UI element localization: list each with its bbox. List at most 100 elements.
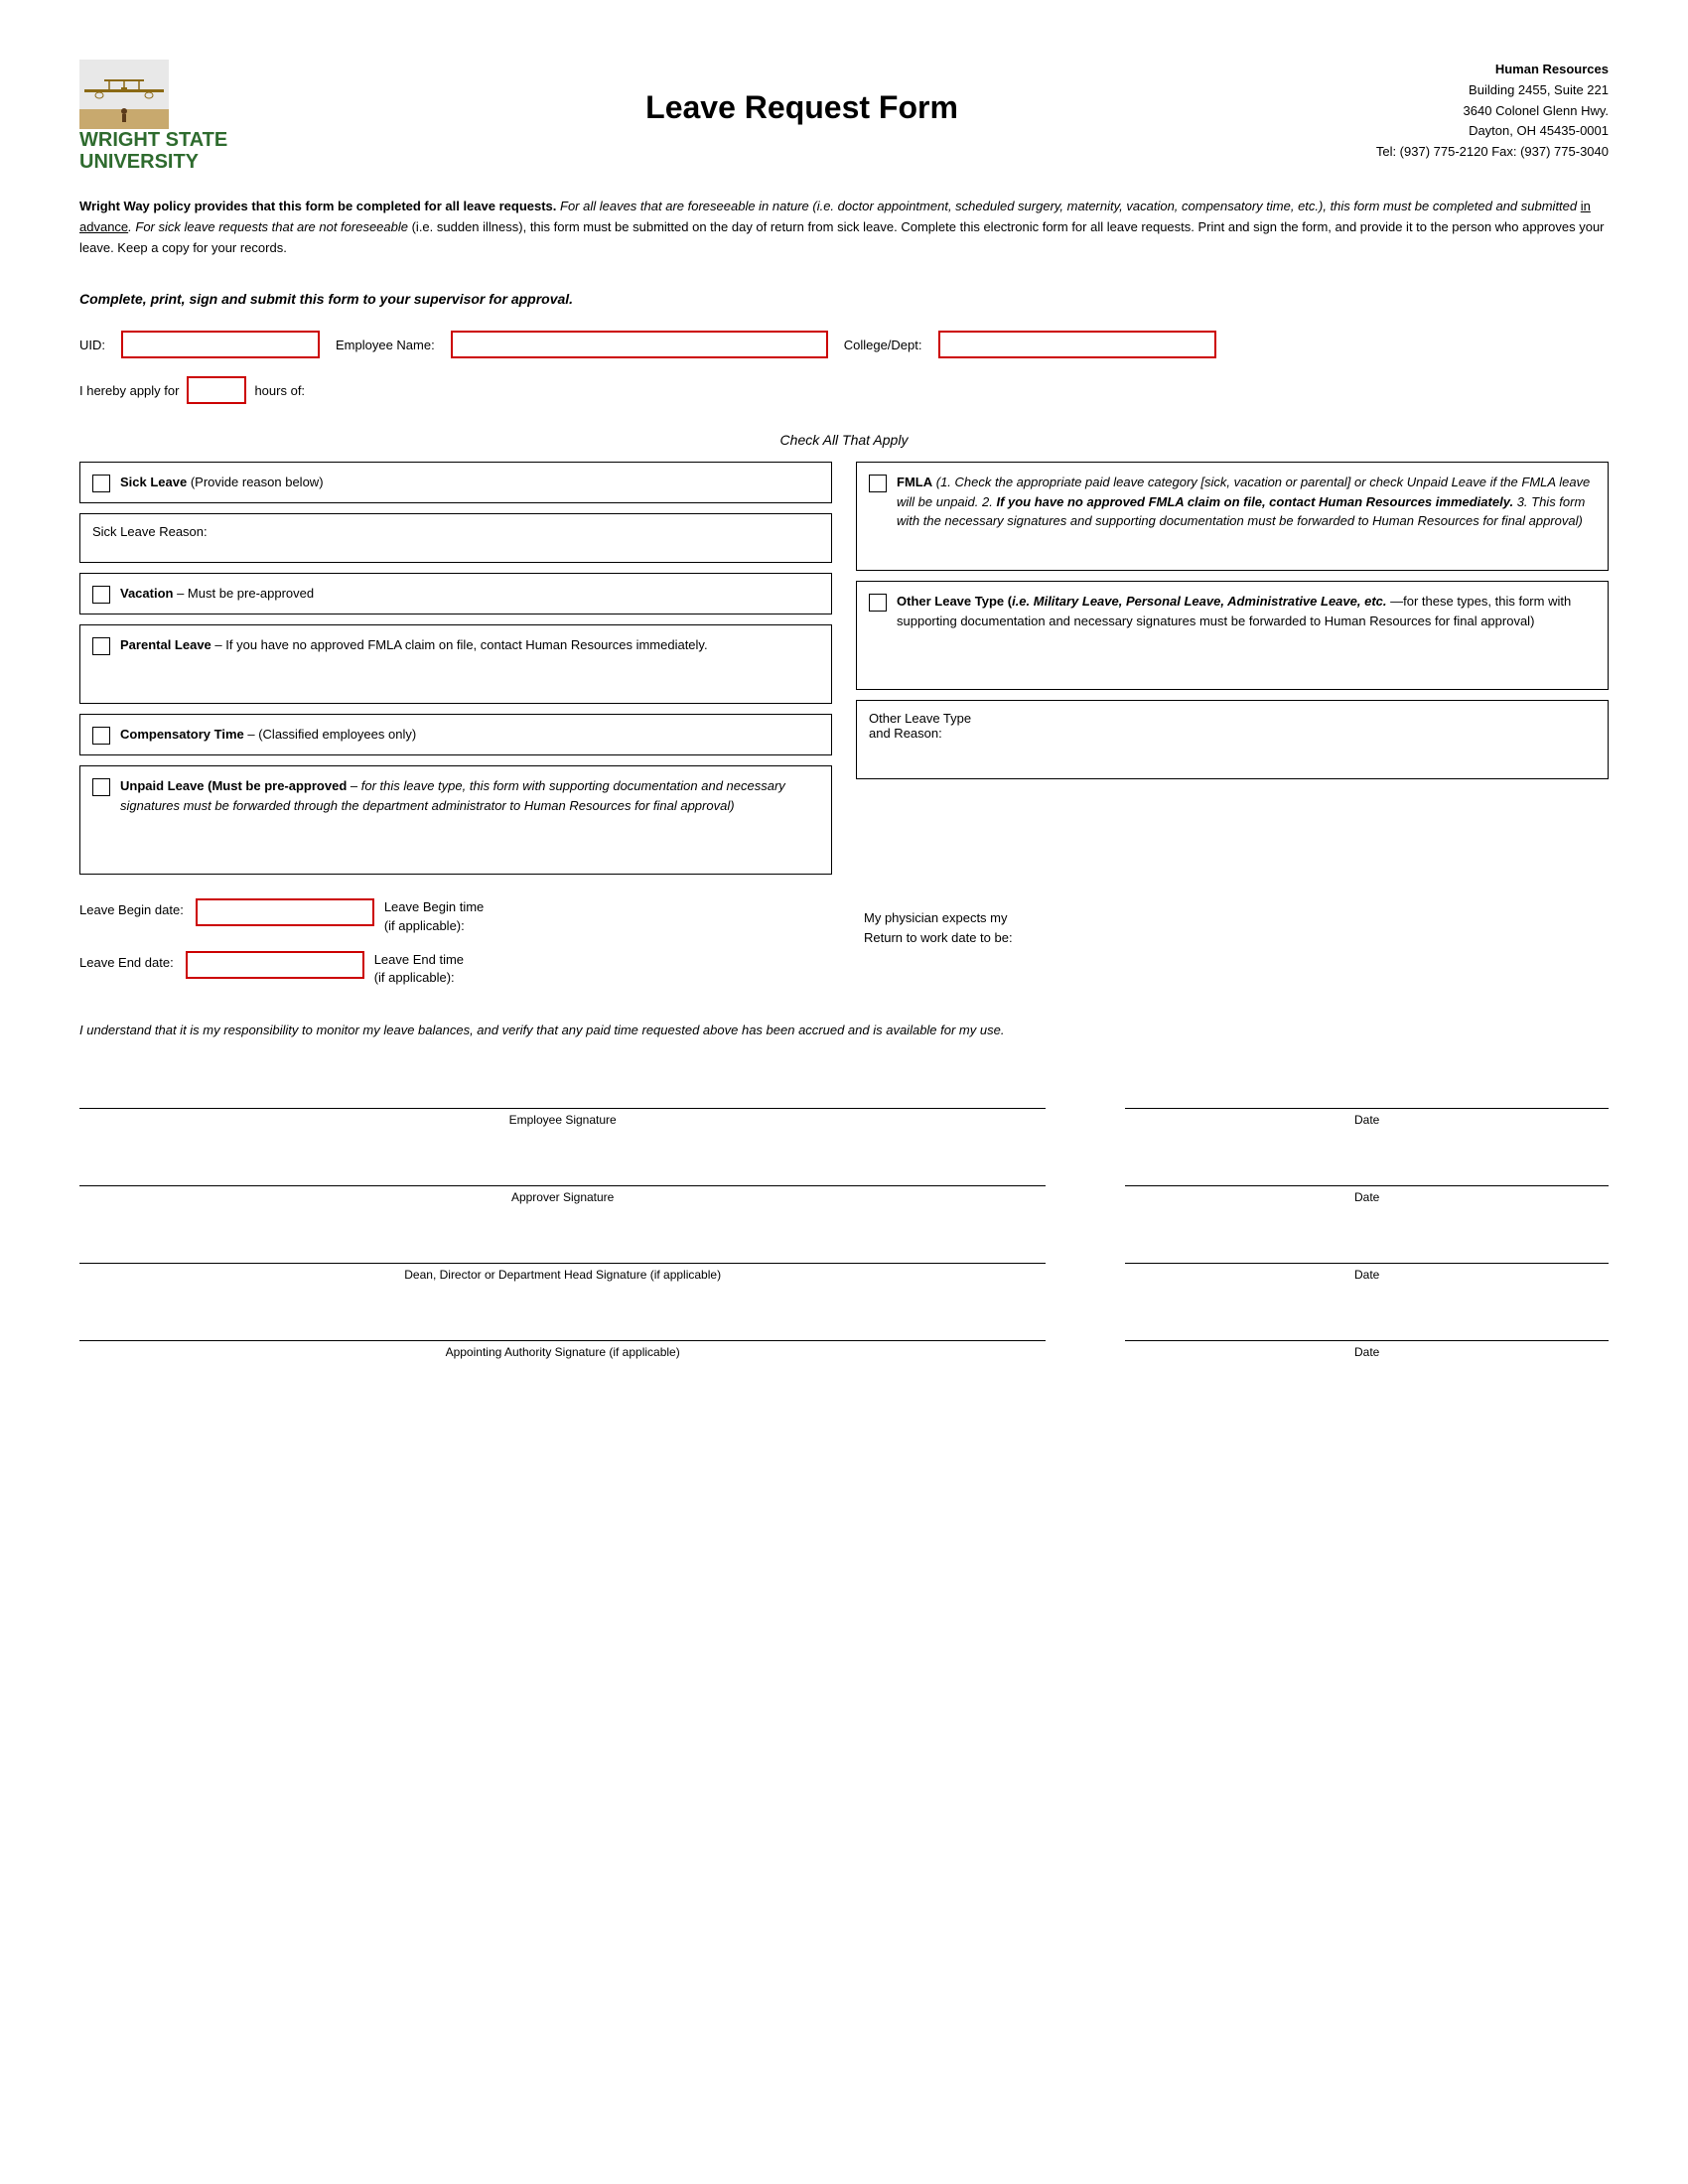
dean-sig-line (79, 1236, 1046, 1264)
wsu-logo-icon (79, 60, 169, 129)
college-dept-input[interactable] (938, 331, 1216, 358)
approver-sig-label: Approver Signature (511, 1190, 614, 1204)
vacation-sublabel: – Must be pre-approved (177, 586, 314, 601)
fmla-checkbox[interactable] (869, 475, 887, 492)
other-reason-label: Other Leave Typeand Reason: (869, 711, 971, 741)
page-header: WRIGHT STATE UNIVERSITY Leave Request Fo… (79, 60, 1609, 173)
uid-empname-college-row: UID: Employee Name: College/Dept: (79, 331, 1609, 358)
left-options: Sick Leave (Provide reason below) Sick L… (79, 462, 832, 875)
form-title-area: Leave Request Form (227, 60, 1376, 126)
employee-sig-label: Employee Signature (509, 1113, 617, 1127)
compensatory-checkbox[interactable] (92, 727, 110, 745)
date-left: Leave Begin date: Leave Begin time(if ap… (79, 898, 824, 1003)
vacation-label: Vacation (120, 586, 173, 601)
dean-sig-row: Dean, Director or Department Head Signat… (79, 1236, 1609, 1282)
approver-sig-row: Approver Signature Date (79, 1159, 1609, 1204)
college-label: College/Dept: (844, 338, 922, 352)
sick-leave-checkbox[interactable] (92, 475, 110, 492)
parental-leave-text: Parental Leave – If you have no approved… (120, 635, 708, 655)
compensatory-label: Compensatory Time (120, 727, 244, 742)
end-time-label: Leave End time(if applicable): (374, 951, 464, 987)
employee-name-input[interactable] (451, 331, 828, 358)
approver-sig-left: Approver Signature (79, 1159, 1046, 1204)
hr-address2: 3640 Colonel Glenn Hwy. (1376, 101, 1609, 122)
unpaid-label: Unpaid Leave (Must be pre-approved (120, 778, 347, 793)
employee-sig-left: Employee Signature (79, 1081, 1046, 1127)
sick-reason-label: Sick Leave Reason: (92, 524, 208, 539)
hr-contact: Tel: (937) 775-2120 Fax: (937) 775-3040 (1376, 142, 1609, 163)
dean-date-right: Date (1125, 1236, 1609, 1282)
other-leave-label: Other Leave Type (i.e. Military Leave, P… (897, 594, 1387, 609)
appointing-sig-line (79, 1313, 1046, 1341)
hr-address3: Dayton, OH 45435-0001 (1376, 121, 1609, 142)
fmla-label: FMLA (897, 475, 932, 489)
apply-label: I hereby apply for (79, 383, 179, 398)
unpaid-leave-option: Unpaid Leave (Must be pre-approved – for… (79, 765, 832, 875)
hours-input[interactable] (187, 376, 246, 404)
hr-address1: Building 2455, Suite 221 (1376, 80, 1609, 101)
parental-sublabel: – If you have no approved FMLA claim on … (214, 637, 707, 652)
compensatory-option: Compensatory Time – (Classified employee… (79, 714, 832, 755)
dean-sig-label: Dean, Director or Department Head Signat… (404, 1268, 721, 1282)
dean-date-line (1125, 1236, 1609, 1264)
appointing-sig-left: Appointing Authority Signature (if appli… (79, 1313, 1046, 1359)
dean-sig-left: Dean, Director or Department Head Signat… (79, 1236, 1046, 1282)
approver-date-line (1125, 1159, 1609, 1186)
appointing-sig-label: Appointing Authority Signature (if appli… (446, 1345, 680, 1359)
policy-italic1: For all leaves that are foreseeable in n… (556, 199, 1580, 213)
policy-bold-intro: Wright Way policy provides that this for… (79, 199, 556, 213)
other-leave-checkbox[interactable] (869, 594, 887, 612)
sick-reason-box: Sick Leave Reason: (79, 513, 832, 563)
compensatory-text: Compensatory Time – (Classified employee… (120, 725, 416, 745)
hr-contact-info: Human Resources Building 2455, Suite 221… (1376, 60, 1609, 163)
approver-sig-line (79, 1159, 1046, 1186)
approver-date-right: Date (1125, 1159, 1609, 1204)
appointing-date-line (1125, 1313, 1609, 1341)
dean-date-label: Date (1354, 1268, 1379, 1282)
parental-leave-checkbox[interactable] (92, 637, 110, 655)
approver-date-label: Date (1354, 1190, 1379, 1204)
sick-leave-label: Sick Leave (120, 475, 187, 489)
other-leave-type-option: Other Leave Type (i.e. Military Leave, P… (856, 581, 1609, 690)
begin-date-label: Leave Begin date: (79, 898, 184, 917)
employee-sig-row: Employee Signature Date (79, 1081, 1609, 1127)
form-title: Leave Request Form (227, 89, 1376, 126)
responsibility-text: I understand that it is my responsibilit… (79, 1021, 1609, 1041)
vacation-option: Vacation – Must be pre-approved (79, 573, 832, 614)
end-date-time-group: Leave End time(if applicable): (186, 951, 464, 987)
appointing-date-label: Date (1354, 1345, 1379, 1359)
parental-leave-option: Parental Leave – If you have no approved… (79, 624, 832, 704)
begin-date-input[interactable] (196, 898, 374, 926)
signatures-section: Employee Signature Date Approver Signatu… (79, 1081, 1609, 1359)
parental-label: Parental Leave (120, 637, 211, 652)
end-date-label: Leave End date: (79, 951, 174, 970)
fmla-text: FMLA (1. Check the appropriate paid leav… (897, 473, 1596, 531)
hours-label: hours of: (254, 383, 305, 398)
unpaid-leave-text: Unpaid Leave (Must be pre-approved – for… (120, 776, 819, 815)
other-leave-text: Other Leave Type (i.e. Military Leave, P… (897, 592, 1596, 630)
university-name: WRIGHT STATE UNIVERSITY (79, 129, 227, 173)
appointing-date-right: Date (1125, 1313, 1609, 1359)
fmla-option: FMLA (1. Check the appropriate paid leav… (856, 462, 1609, 571)
appointing-sig-row: Appointing Authority Signature (if appli… (79, 1313, 1609, 1359)
dates-section: Leave Begin date: Leave Begin time(if ap… (79, 898, 1609, 1003)
empname-label: Employee Name: (336, 338, 435, 352)
logo-area: WRIGHT STATE UNIVERSITY (79, 60, 227, 173)
employee-date-right: Date (1125, 1081, 1609, 1127)
physician-section: My physician expects myReturn to work da… (864, 898, 1609, 947)
vacation-checkbox[interactable] (92, 586, 110, 604)
unpaid-leave-checkbox[interactable] (92, 778, 110, 796)
physician-text: My physician expects myReturn to work da… (864, 908, 1609, 947)
compensatory-sublabel: – (Classified employees only) (247, 727, 416, 742)
policy-text: Wright Way policy provides that this for… (79, 197, 1609, 258)
employee-date-line (1125, 1081, 1609, 1109)
begin-time-label: Leave Begin time(if applicable): (384, 898, 484, 934)
other-reason-box: Other Leave Typeand Reason: (856, 700, 1609, 779)
end-date-input[interactable] (186, 951, 364, 979)
hours-row: I hereby apply for hours of: (79, 376, 1609, 404)
sick-leave-text: Sick Leave (Provide reason below) (120, 473, 324, 492)
vacation-text: Vacation – Must be pre-approved (120, 584, 314, 604)
uid-input[interactable] (121, 331, 320, 358)
uid-label: UID: (79, 338, 105, 352)
employee-sig-line (79, 1081, 1046, 1109)
